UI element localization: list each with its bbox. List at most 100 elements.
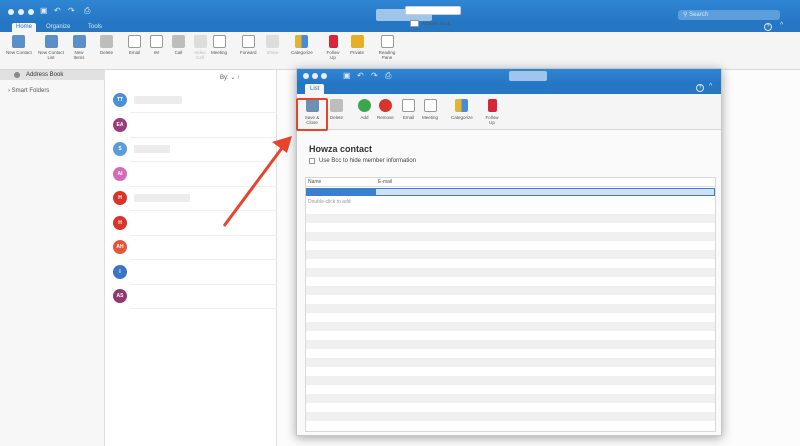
private-button[interactable]: Private <box>350 35 364 55</box>
find-contact-field[interactable] <box>405 6 461 15</box>
dialog-meeting-button[interactable]: Meeting <box>422 99 438 120</box>
address-book-icon <box>14 72 20 78</box>
forward-icon <box>241 35 255 48</box>
sidebar-item-smart-folders[interactable]: › Smart Folders <box>8 88 49 94</box>
dialog-minimize-button[interactable] <box>312 73 318 79</box>
save-icon[interactable]: ▣ <box>343 72 351 80</box>
avatar[interactable]: TT <box>113 93 127 107</box>
add-member-hint[interactable]: Double-click to add <box>308 199 351 205</box>
empty-row <box>306 268 715 277</box>
column-name[interactable]: Name <box>308 179 321 185</box>
new-items-icon <box>72 35 86 48</box>
calendar-icon <box>423 99 437 112</box>
redo-icon[interactable]: ↷ <box>68 7 76 15</box>
address-book-icon <box>410 20 419 27</box>
search-input[interactable]: ⚲ Search <box>678 10 780 20</box>
column-email[interactable]: E-mail <box>378 179 392 185</box>
address-book-button[interactable]: Address Book <box>410 20 450 27</box>
tab-home[interactable]: Home <box>12 23 37 32</box>
tab-tools[interactable]: Tools <box>84 23 106 32</box>
close-window-button[interactable] <box>8 9 14 15</box>
follow-up-button[interactable]: Follow Up <box>324 35 342 60</box>
print-icon[interactable]: ⎙ <box>385 72 393 80</box>
im-button[interactable]: IM <box>150 35 163 55</box>
ribbon-tabs: Home Organize Tools <box>0 22 800 32</box>
envelope-icon <box>128 35 141 48</box>
video-call-button[interactable]: Video Call <box>192 35 208 60</box>
contact-list <box>105 70 277 446</box>
contact-name-redacted[interactable] <box>134 194 190 202</box>
dialog-email-button[interactable]: Email <box>402 99 415 120</box>
contact-name-redacted[interactable] <box>134 96 182 104</box>
empty-row <box>306 304 715 313</box>
collapse-ribbon-button[interactable]: ^ <box>780 22 783 29</box>
tab-list[interactable]: List <box>305 84 325 94</box>
row-divider <box>130 308 277 309</box>
categorize-button[interactable]: Categorize <box>291 35 313 55</box>
members-table: Name E-mail Double-click to add <box>305 177 716 432</box>
avatar[interactable]: H <box>113 215 127 230</box>
row-divider <box>130 234 277 236</box>
dialog-tabs: List <box>297 83 721 94</box>
row-divider <box>130 210 277 211</box>
add-member-button[interactable]: Add <box>358 99 371 120</box>
tab-organize[interactable]: Organize <box>42 23 74 32</box>
redo-icon[interactable]: ↷ <box>371 72 379 80</box>
chat-bubble-icon <box>150 35 163 48</box>
help-button[interactable]: ? <box>764 23 772 31</box>
email-button[interactable]: Email <box>128 35 141 55</box>
dialog-delete-button[interactable]: Delete <box>330 99 343 120</box>
row-divider <box>130 259 277 260</box>
list-name-field[interactable]: Howza contact <box>309 144 372 154</box>
highlight-box <box>296 98 328 131</box>
sort-control[interactable]: By: ⌄ ↑ <box>220 74 240 81</box>
save-icon[interactable]: ▣ <box>40 7 48 15</box>
forward-button[interactable]: Forward <box>240 35 257 55</box>
trash-icon <box>100 35 113 48</box>
call-button[interactable]: Call <box>172 35 185 55</box>
meeting-button[interactable]: Meeting <box>211 35 227 55</box>
minimize-window-button[interactable] <box>18 9 24 15</box>
empty-row <box>306 412 715 421</box>
new-items-button[interactable]: New Items <box>70 35 88 60</box>
empty-row <box>306 394 715 403</box>
undo-icon[interactable]: ↶ <box>357 72 365 80</box>
reading-pane-button[interactable]: Reading Pane <box>376 35 398 60</box>
contact-name-redacted[interactable] <box>134 145 170 153</box>
row-divider <box>130 136 277 138</box>
share-button[interactable]: Share <box>266 35 279 55</box>
remove-member-button[interactable]: Remove <box>377 99 394 120</box>
video-icon <box>193 35 207 48</box>
avatar[interactable]: AH <box>113 240 127 254</box>
print-icon[interactable]: ⎙ <box>84 7 92 15</box>
empty-row <box>306 340 715 349</box>
avatar[interactable]: EA <box>113 117 127 132</box>
flag-icon <box>487 99 497 112</box>
dialog-close-button[interactable] <box>303 73 309 79</box>
avatar[interactable]: S <box>113 142 127 156</box>
avatar[interactable]: AI <box>113 166 127 181</box>
minus-circle-icon <box>378 99 392 112</box>
dialog-collapse-button[interactable]: ^ <box>709 83 712 90</box>
avatar[interactable]: I <box>113 264 127 279</box>
zoom-window-button[interactable] <box>28 9 34 15</box>
flag-icon <box>328 35 338 48</box>
selected-cell[interactable] <box>306 188 376 196</box>
bcc-option[interactable]: Use Bcc to hide member information <box>309 158 416 164</box>
empty-row <box>306 358 715 367</box>
bcc-checkbox[interactable] <box>309 158 315 164</box>
row-divider <box>130 185 277 187</box>
empty-row <box>306 250 715 259</box>
avatar[interactable]: AS <box>113 289 127 303</box>
categorize-icon <box>455 99 469 112</box>
dialog-categorize-button[interactable]: Categorize <box>451 99 473 120</box>
undo-icon[interactable]: ↶ <box>54 7 62 15</box>
new-contact-button[interactable]: New Contact <box>6 35 32 55</box>
dialog-ribbon: Save & Close Delete Add Remove Email Mee… <box>297 94 721 130</box>
new-contact-list-button[interactable]: New Contact List <box>36 35 66 60</box>
dialog-follow-up-button[interactable]: Follow Up <box>483 99 501 125</box>
dialog-help-button[interactable]: ? <box>696 84 704 92</box>
delete-button[interactable]: Delete <box>100 35 113 55</box>
avatar[interactable]: H <box>113 191 127 205</box>
dialog-zoom-button[interactable] <box>321 73 327 79</box>
